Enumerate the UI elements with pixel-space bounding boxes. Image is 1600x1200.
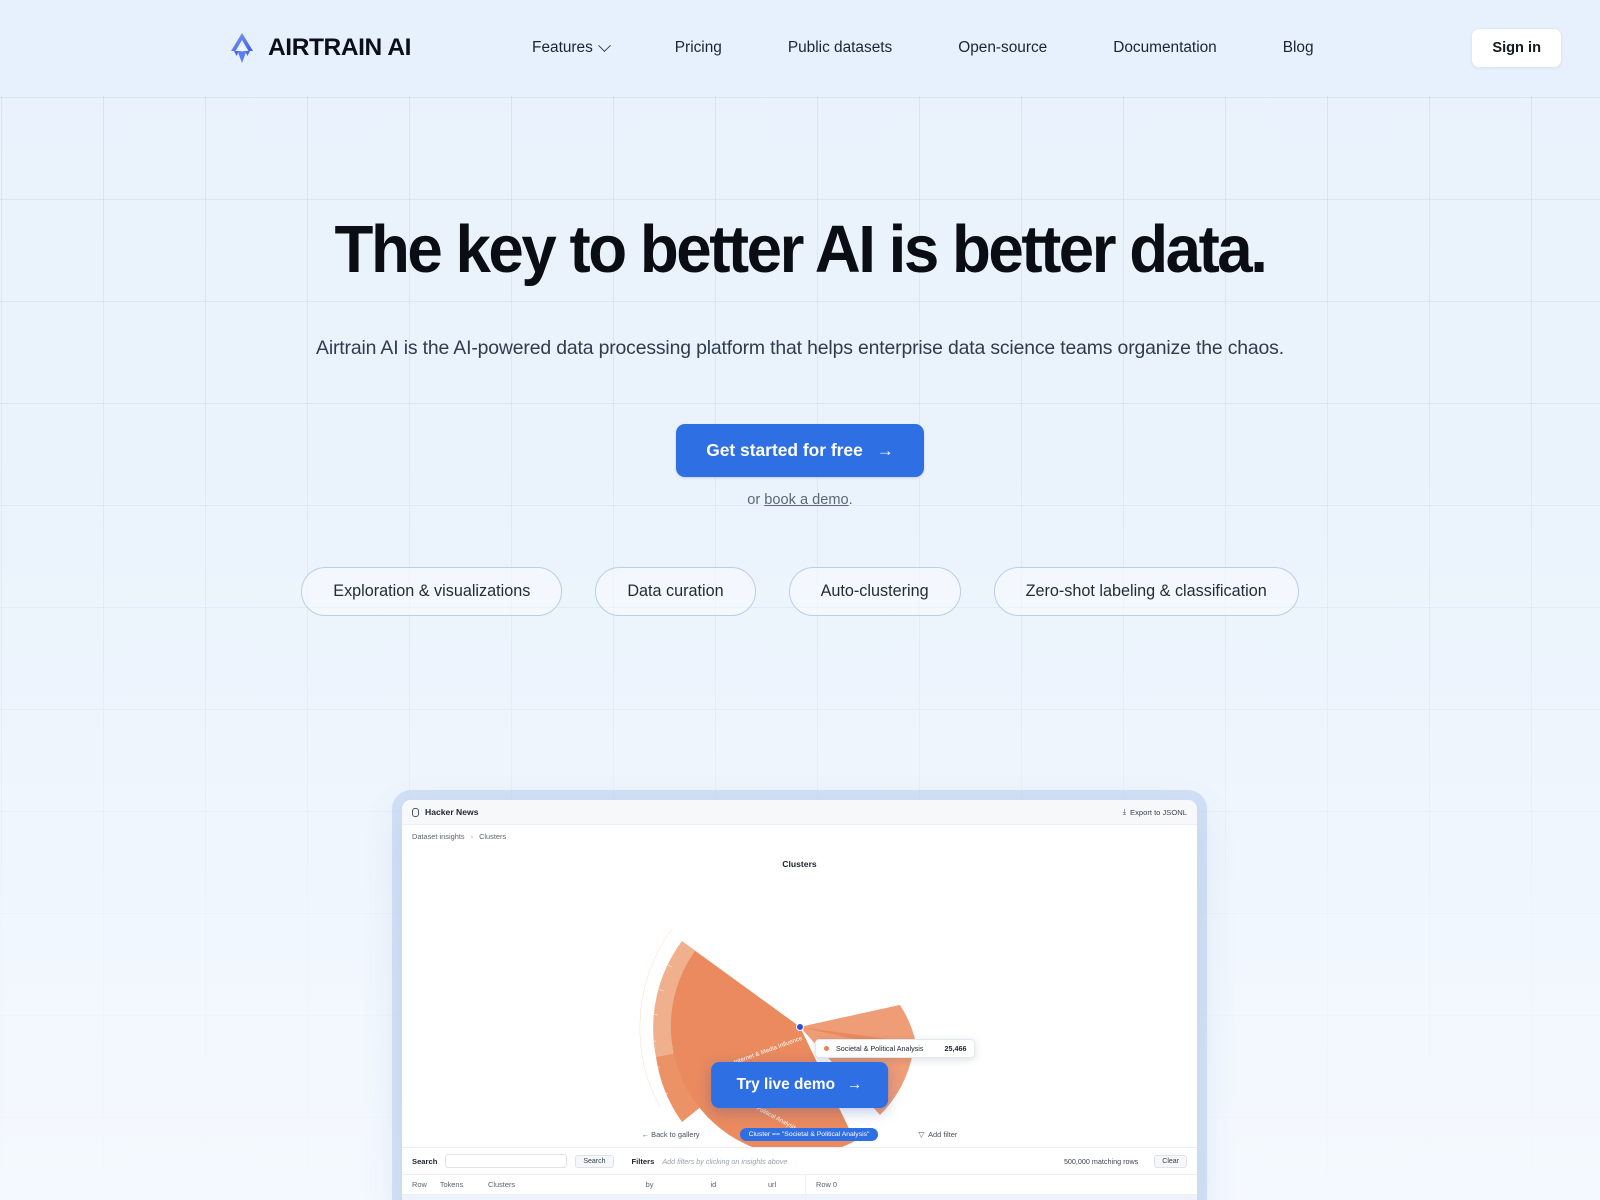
filters-label: Filters <box>631 1156 655 1166</box>
breadcrumb-item-dataset-insights[interactable]: Dataset insights <box>412 832 465 841</box>
chevron-down-icon <box>597 38 611 52</box>
nav-item-public-datasets[interactable]: Public datasets <box>771 31 909 65</box>
app-topbar: Hacker News ⤓ Export to JSONL <box>402 800 1197 825</box>
results-grid: Row Tokens Clusters by id url 0 40 Inter… <box>402 1174 1197 1200</box>
table-search-row: Search Search Filters Add filters by cli… <box>402 1148 1197 1174</box>
pill-exploration-visualizations[interactable]: Exploration & visualizations <box>301 567 563 617</box>
table-row[interactable]: 0 40 Internet Tech Dis... › Online Conte… <box>402 1195 805 1200</box>
active-filter-chip[interactable]: Cluster == "Societal & Political Analysi… <box>739 1128 879 1141</box>
tooltip-label: Societal & Political Analysis <box>836 1044 924 1053</box>
nav-label: Public datasets <box>787 39 893 56</box>
breadcrumb-separator: › <box>470 831 474 841</box>
cta-area: Get started for free → or book a demo. <box>0 424 1600 508</box>
grid-left-pane: Row Tokens Clusters by id url 0 40 Inter… <box>402 1175 806 1200</box>
tooltip-swatch-icon <box>824 1046 829 1051</box>
breadcrumb-item-clusters[interactable]: Clusters <box>479 832 506 841</box>
airtrain-triangle-logo-icon <box>231 33 253 63</box>
get-started-button[interactable]: Get started for free → <box>676 424 924 478</box>
filters-hint: Add filters by clicking on insights abov… <box>662 1156 788 1166</box>
database-icon <box>412 807 419 817</box>
try-live-demo-button[interactable]: Try live demo → <box>710 1062 889 1108</box>
pill-data-curation[interactable]: Data curation <box>595 567 756 617</box>
nav-label: Features <box>532 39 593 56</box>
book-a-demo-link[interactable]: book a demo <box>764 492 848 508</box>
grid-header-row: Row Tokens Clusters by id url <box>402 1175 805 1195</box>
book-demo-line: or book a demo. <box>0 492 1600 508</box>
detail-row[interactable]: CLUSTERS <box>806 1195 1197 1200</box>
tooltip-count: 25,466 <box>944 1044 967 1053</box>
matching-rows-count: 500,000 matching rows <box>1063 1156 1139 1166</box>
chart-footer-controls: ← Back to gallery Cluster == "Societal &… <box>402 1128 1197 1141</box>
arrow-right-icon: → <box>876 440 894 460</box>
column-header-clusters[interactable]: Clusters <box>488 1180 646 1189</box>
site-header: AIRTRAIN AI Features Pricing Public data… <box>0 0 1600 96</box>
nav-label: Documentation <box>1113 39 1217 56</box>
search-label: Search <box>412 1156 438 1166</box>
nav-item-blog[interactable]: Blog <box>1266 31 1331 65</box>
export-to-jsonl-button[interactable]: ⤓ Export to JSONL <box>1123 807 1187 817</box>
nav-item-documentation[interactable]: Documentation <box>1096 31 1234 65</box>
column-header-url[interactable]: url <box>768 1180 805 1189</box>
arrow-right-icon: → <box>846 1076 863 1093</box>
dataset-name: Hacker News <box>425 807 479 817</box>
nav-item-pricing[interactable]: Pricing <box>658 31 739 65</box>
demo-prefix: or <box>747 492 765 509</box>
hero-section: The key to better AI is better data. Air… <box>0 96 1600 617</box>
column-header-by[interactable]: by <box>646 1180 711 1189</box>
main-navigation: Features Pricing Public datasets Open-so… <box>515 31 1347 65</box>
nav-item-features[interactable]: Features <box>515 31 626 65</box>
try-demo-label: Try live demo <box>736 1076 835 1093</box>
add-filter-button[interactable]: ▽ Add filter <box>918 1130 957 1139</box>
grid-right-pane: Row 0 CLUSTERS <box>806 1175 1197 1200</box>
feature-pill-row: Exploration & visualizations Data curati… <box>0 567 1600 617</box>
clear-filters-button[interactable]: Clear <box>1154 1154 1187 1168</box>
column-header-tokens[interactable]: Tokens <box>440 1180 488 1189</box>
download-icon: ⤓ <box>1122 807 1127 816</box>
search-button[interactable]: Search <box>575 1154 614 1168</box>
nav-item-open-source[interactable]: Open-source <box>941 31 1064 65</box>
nav-label: Open-source <box>958 39 1048 56</box>
nav-label: Pricing <box>674 39 722 56</box>
logo-text: AIRTRAIN AI <box>268 34 412 61</box>
sign-in-button[interactable]: Sign in <box>1471 28 1562 68</box>
add-filter-label: Add filter <box>928 1130 958 1139</box>
page-title: The key to better AI is better data. <box>334 212 1268 287</box>
nav-label: Blog <box>1282 39 1314 56</box>
detail-header-label: Row 0 <box>816 1180 837 1189</box>
detail-header-row: Row 0 <box>806 1175 1197 1195</box>
back-to-gallery-link[interactable]: ← Back to gallery <box>642 1130 700 1139</box>
column-header-row[interactable]: Row <box>402 1180 440 1189</box>
export-label: Export to JSONL <box>1130 807 1187 817</box>
cta-label: Get started for free <box>706 440 863 461</box>
hero-subtitle: Airtrain AI is the AI-powered data proce… <box>316 337 1284 360</box>
search-input[interactable] <box>445 1154 568 1168</box>
demo-suffix: . <box>848 492 853 509</box>
data-table-region: Search Search Filters Add filters by cli… <box>402 1147 1197 1200</box>
funnel-icon: ▽ <box>918 1130 925 1139</box>
clusters-chart-region: Clusters Internet & Media Influence Soci… <box>402 847 1197 1147</box>
sunburst-center-node[interactable] <box>795 1023 804 1031</box>
chart-title: Clusters <box>782 859 817 869</box>
breadcrumb: Dataset insights › Clusters <box>402 825 1197 847</box>
logo[interactable]: AIRTRAIN AI <box>228 32 411 64</box>
app-preview-card: Hacker News ⤓ Export to JSONL Dataset in… <box>402 800 1197 1200</box>
column-header-id[interactable]: id <box>710 1180 767 1189</box>
pill-auto-clustering[interactable]: Auto-clustering <box>788 567 961 617</box>
pill-zero-shot-labeling[interactable]: Zero-shot labeling & classification <box>993 567 1299 617</box>
chart-tooltip: Societal & Political Analysis 25,466 <box>815 1039 976 1058</box>
